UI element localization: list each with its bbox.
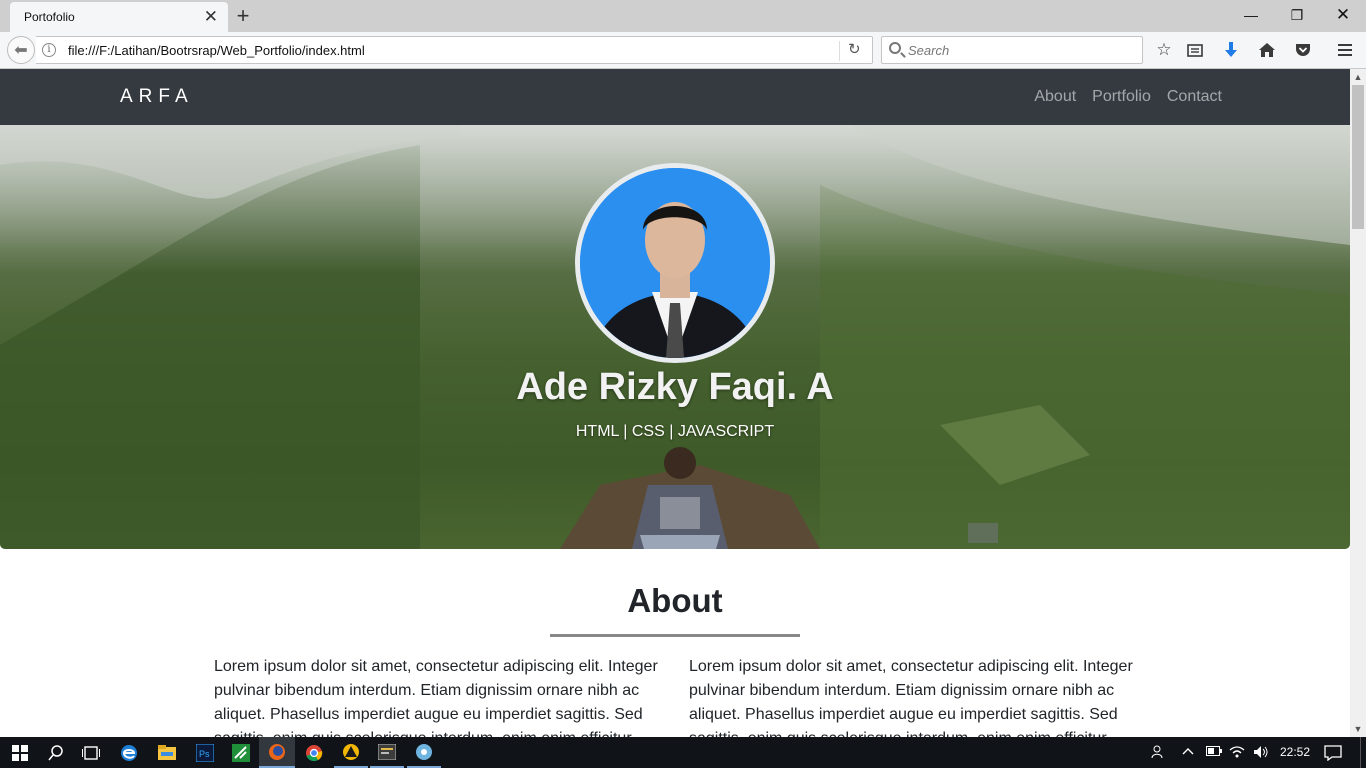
app-icon[interactable] bbox=[334, 737, 368, 768]
firefox-icon[interactable] bbox=[259, 737, 295, 768]
search-input[interactable]: Search bbox=[881, 36, 1143, 64]
people-icon[interactable] bbox=[1151, 745, 1167, 762]
new-tab-button[interactable]: + bbox=[234, 3, 252, 29]
home-icon[interactable] bbox=[1254, 37, 1280, 63]
app-icon[interactable] bbox=[370, 737, 404, 768]
tab-close-icon[interactable]: ✕ bbox=[204, 8, 218, 26]
start-icon[interactable] bbox=[0, 737, 40, 768]
file-explorer-icon[interactable] bbox=[150, 737, 184, 768]
site-brand[interactable]: ARFA bbox=[120, 86, 194, 108]
edge-icon[interactable] bbox=[112, 737, 146, 768]
browser-toolbar: ⬅ i file:///F:/Latihan/Bootrsrap/Web_Por… bbox=[0, 32, 1366, 69]
volume-icon[interactable] bbox=[1253, 745, 1269, 762]
search-icon bbox=[889, 42, 901, 54]
hero-jumbotron: Ade Rizky Faqi. A HTML | CSS | JAVASCRIP… bbox=[0, 125, 1350, 549]
about-heading: About bbox=[627, 582, 723, 619]
app-icon[interactable] bbox=[407, 737, 441, 768]
windows-taskbar: Ps 22:52 bbox=[0, 737, 1366, 768]
battery-icon[interactable] bbox=[1206, 745, 1222, 759]
star-icon[interactable]: ☆ bbox=[1151, 37, 1177, 63]
hero-skills: HTML | CSS | JAVASCRIPT bbox=[575, 423, 775, 440]
show-desktop-button[interactable] bbox=[1360, 737, 1366, 768]
app-icon[interactable] bbox=[224, 737, 258, 768]
pocket-icon[interactable] bbox=[1290, 37, 1316, 63]
menu-icon[interactable] bbox=[1332, 37, 1358, 63]
scroll-down-icon[interactable]: ▼ bbox=[1350, 721, 1366, 737]
minimize-button[interactable]: — bbox=[1228, 0, 1274, 30]
svg-text:Ps: Ps bbox=[199, 749, 210, 759]
site-navbar: ARFA About Portfolio Contact bbox=[0, 69, 1350, 125]
about-paragraph-left: Lorem ipsum dolor sit amet, consectetur … bbox=[214, 658, 658, 737]
address-bar[interactable]: i file:///F:/Latihan/Bootrsrap/Web_Portf… bbox=[36, 36, 873, 64]
scroll-up-icon[interactable]: ▲ bbox=[1350, 69, 1366, 85]
close-window-button[interactable]: ✕ bbox=[1320, 0, 1366, 30]
notifications-icon[interactable] bbox=[1324, 745, 1342, 764]
back-button[interactable]: ⬅ bbox=[7, 36, 35, 64]
browser-titlebar: Portofolio ✕ + — ❐ ✕ bbox=[0, 0, 1366, 32]
reading-list-icon[interactable] bbox=[1182, 37, 1208, 63]
clock[interactable]: 22:52 bbox=[1280, 745, 1310, 759]
page-scrollbar[interactable]: ▲ ▼ bbox=[1350, 69, 1366, 737]
info-icon[interactable]: i bbox=[42, 43, 56, 57]
about-paragraph-right: Lorem ipsum dolor sit amet, consectetur … bbox=[689, 658, 1133, 737]
restore-button[interactable]: ❐ bbox=[1274, 0, 1320, 30]
search-icon[interactable] bbox=[40, 737, 72, 768]
web-page: ARFA About Portfolio Contact Ade Rizky F… bbox=[0, 69, 1350, 737]
nav-about[interactable]: About bbox=[1034, 88, 1076, 106]
nav-portfolio[interactable]: Portfolio bbox=[1092, 88, 1151, 106]
nav-links: About Portfolio Contact bbox=[1034, 88, 1222, 106]
chrome-icon[interactable] bbox=[297, 737, 331, 768]
search-placeholder: Search bbox=[908, 43, 950, 58]
chevron-up-icon[interactable] bbox=[1182, 745, 1194, 759]
about-divider bbox=[550, 634, 800, 637]
url-text[interactable]: file:///F:/Latihan/Bootrsrap/Web_Portfol… bbox=[68, 43, 365, 58]
scrollbar-thumb[interactable] bbox=[1352, 85, 1364, 229]
browser-tab[interactable]: Portofolio ✕ bbox=[10, 2, 228, 32]
tab-title: Portofolio bbox=[24, 10, 75, 24]
task-view-icon[interactable] bbox=[76, 737, 106, 768]
arrow-left-icon: ⬅ bbox=[14, 42, 28, 59]
reload-icon[interactable]: ↻ bbox=[848, 40, 861, 58]
photoshop-icon[interactable]: Ps bbox=[188, 737, 222, 768]
hero-name: Ade Rizky Faqi. A bbox=[516, 366, 834, 408]
wifi-icon[interactable] bbox=[1229, 745, 1245, 762]
download-icon[interactable] bbox=[1218, 37, 1244, 63]
nav-contact[interactable]: Contact bbox=[1167, 88, 1222, 106]
divider bbox=[839, 41, 840, 61]
profile-avatar bbox=[575, 163, 775, 363]
